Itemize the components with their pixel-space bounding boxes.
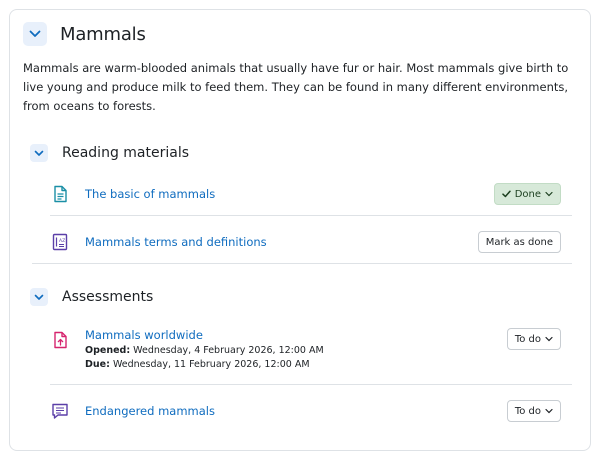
- subsection-header-assessments: Assessments: [30, 288, 153, 306]
- completion-label: To do: [514, 405, 541, 417]
- subsection-collapse-toggle[interactable]: [30, 288, 48, 306]
- mark-as-done-button[interactable]: Mark as done: [477, 231, 561, 253]
- subsection-header-reading-materials: Reading materials: [30, 144, 189, 162]
- page-icon: [54, 185, 67, 203]
- subsection-title: Assessments: [62, 289, 154, 305]
- chevron-down-icon: [545, 191, 553, 197]
- section-header: Mammals: [23, 22, 146, 46]
- subsection-collapse-toggle[interactable]: [30, 144, 48, 162]
- completion-dropdown-to-do[interactable]: To do: [506, 328, 561, 350]
- glossary-icon: AZ: [52, 233, 68, 251]
- activity-endangered-mammals: Endangered mammals: [50, 401, 574, 421]
- completion-label: To do: [514, 333, 541, 345]
- due-label: Due:: [85, 359, 110, 370]
- mark-as-done-label: Mark as done: [485, 236, 553, 248]
- completion-dropdown-to-do[interactable]: To do: [506, 400, 561, 422]
- section-collapse-toggle[interactable]: [23, 22, 47, 46]
- subsection-divider: [32, 263, 572, 264]
- chevron-down-icon: [545, 336, 553, 342]
- completion-label: Done: [514, 188, 541, 200]
- activity-mammals-worldwide: Mammals worldwide Opened: Wednesday, 4 F…: [50, 328, 574, 372]
- due-value: Wednesday, 11 February 2026, 12:00 AM: [112, 359, 310, 370]
- activity-link[interactable]: Endangered mammals: [85, 404, 215, 418]
- due-date: Due: Wednesday, 11 February 2026, 12:00 …: [85, 358, 324, 372]
- check-icon: [501, 190, 511, 198]
- opened-label: Opened:: [85, 345, 131, 356]
- opened-date: Opened: Wednesday, 4 February 2026, 12:0…: [85, 344, 324, 358]
- activity-info: Mammals worldwide Opened: Wednesday, 4 F…: [85, 328, 324, 372]
- subsection-title: Reading materials: [62, 145, 190, 161]
- activity-link[interactable]: Mammals worldwide: [85, 328, 324, 342]
- chevron-down-icon: [34, 150, 44, 156]
- activity-divider: [50, 215, 572, 216]
- activity-divider: [50, 384, 572, 385]
- chevron-down-icon: [34, 294, 44, 300]
- chevron-down-icon: [29, 30, 41, 37]
- completion-dropdown-done[interactable]: Done: [493, 183, 561, 205]
- section-title: Mammals: [60, 23, 146, 45]
- section-card: Mammals Mammals are warm-blooded animals…: [9, 9, 591, 451]
- opened-value: Wednesday, 4 February 2026, 12:00 AM: [133, 345, 324, 356]
- section-summary: Mammals are warm-blooded animals that us…: [23, 61, 569, 113]
- svg-text:AZ: AZ: [59, 238, 65, 244]
- assignment-icon: [54, 331, 67, 349]
- forum-icon: [52, 403, 68, 419]
- chevron-down-icon: [545, 408, 553, 414]
- activity-link[interactable]: The basic of mammals: [85, 187, 215, 201]
- activity-link[interactable]: Mammals terms and definitions: [85, 235, 267, 249]
